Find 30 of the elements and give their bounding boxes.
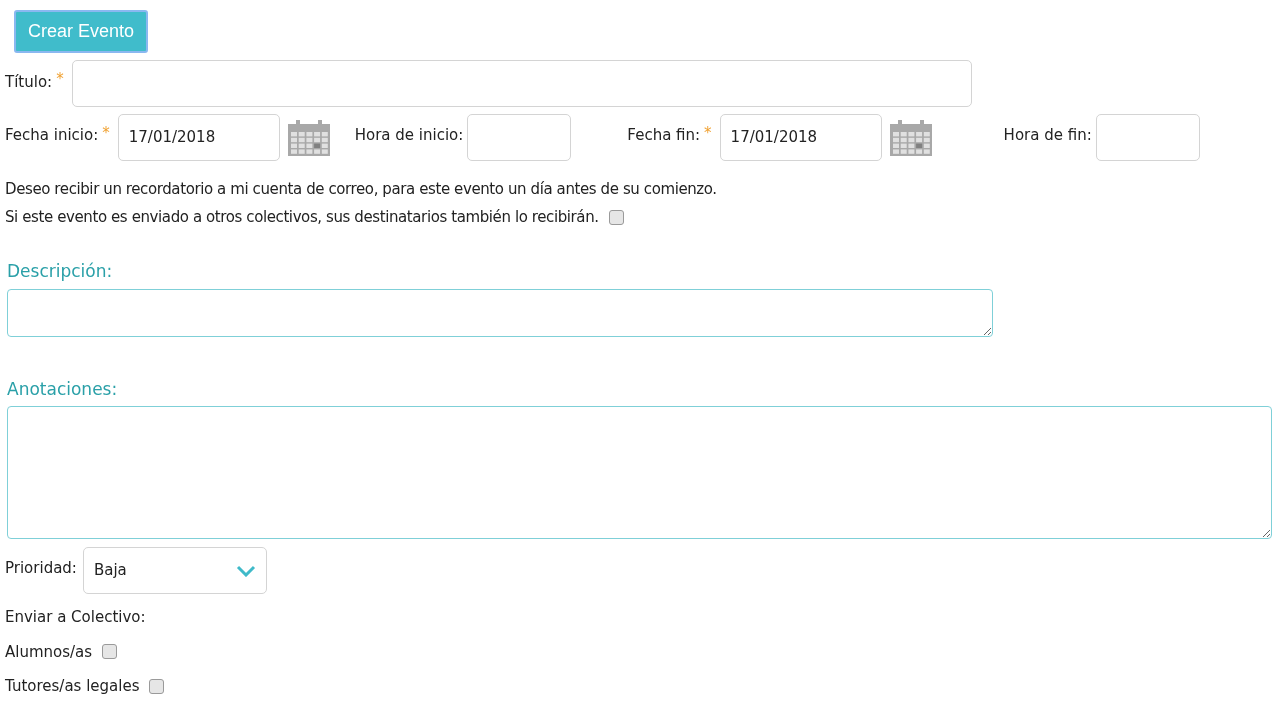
calendar-icon[interactable] <box>287 119 330 156</box>
date-label: Fecha fin: <box>627 125 701 146</box>
description-label: Descripción: <box>7 260 114 283</box>
checkbox[interactable] <box>149 678 165 694</box>
title-label: Título: <box>5 72 53 93</box>
group-option-label: Tutores/as legales <box>5 676 140 697</box>
notes-label: Anotaciones: <box>7 377 119 401</box>
time-field[interactable] <box>1095 114 1200 161</box>
required-mark: * <box>56 69 64 90</box>
reminder-text: Si este evento es enviado a otros colectivos, sus destinatarios también lo recibirán. <box>5 207 599 228</box>
time-field[interactable] <box>467 114 572 161</box>
notes-field[interactable] <box>7 406 1272 539</box>
required-mark: * <box>704 123 712 144</box>
time-label: Hora de fin: <box>1003 125 1092 146</box>
priority-select[interactable]: Baja <box>82 547 267 594</box>
time-label: Hora de inicio: <box>354 125 464 146</box>
date-field[interactable]: 17/01/2018 <box>719 114 882 161</box>
reminder-text: Deseo recibir un recordatorio a mi cuenta de correo, para este evento un día antes de su comienzo. <box>5 179 718 200</box>
description-field[interactable] <box>7 288 993 337</box>
group-option-label: Alumnos/as <box>5 641 93 663</box>
calendar-icon[interactable] <box>889 119 932 156</box>
priority-label: Prioridad: <box>5 558 77 579</box>
required-mark: * <box>102 123 110 144</box>
checkbox[interactable] <box>608 209 624 225</box>
chevron-down-icon <box>235 564 256 577</box>
send-to-label: Enviar a Colectivo: <box>5 607 147 628</box>
title-field[interactable] <box>71 60 972 107</box>
checkbox[interactable] <box>102 644 118 660</box>
date-field[interactable]: 17/01/2018 <box>117 114 280 161</box>
date-label: Fecha inicio: <box>5 125 99 146</box>
